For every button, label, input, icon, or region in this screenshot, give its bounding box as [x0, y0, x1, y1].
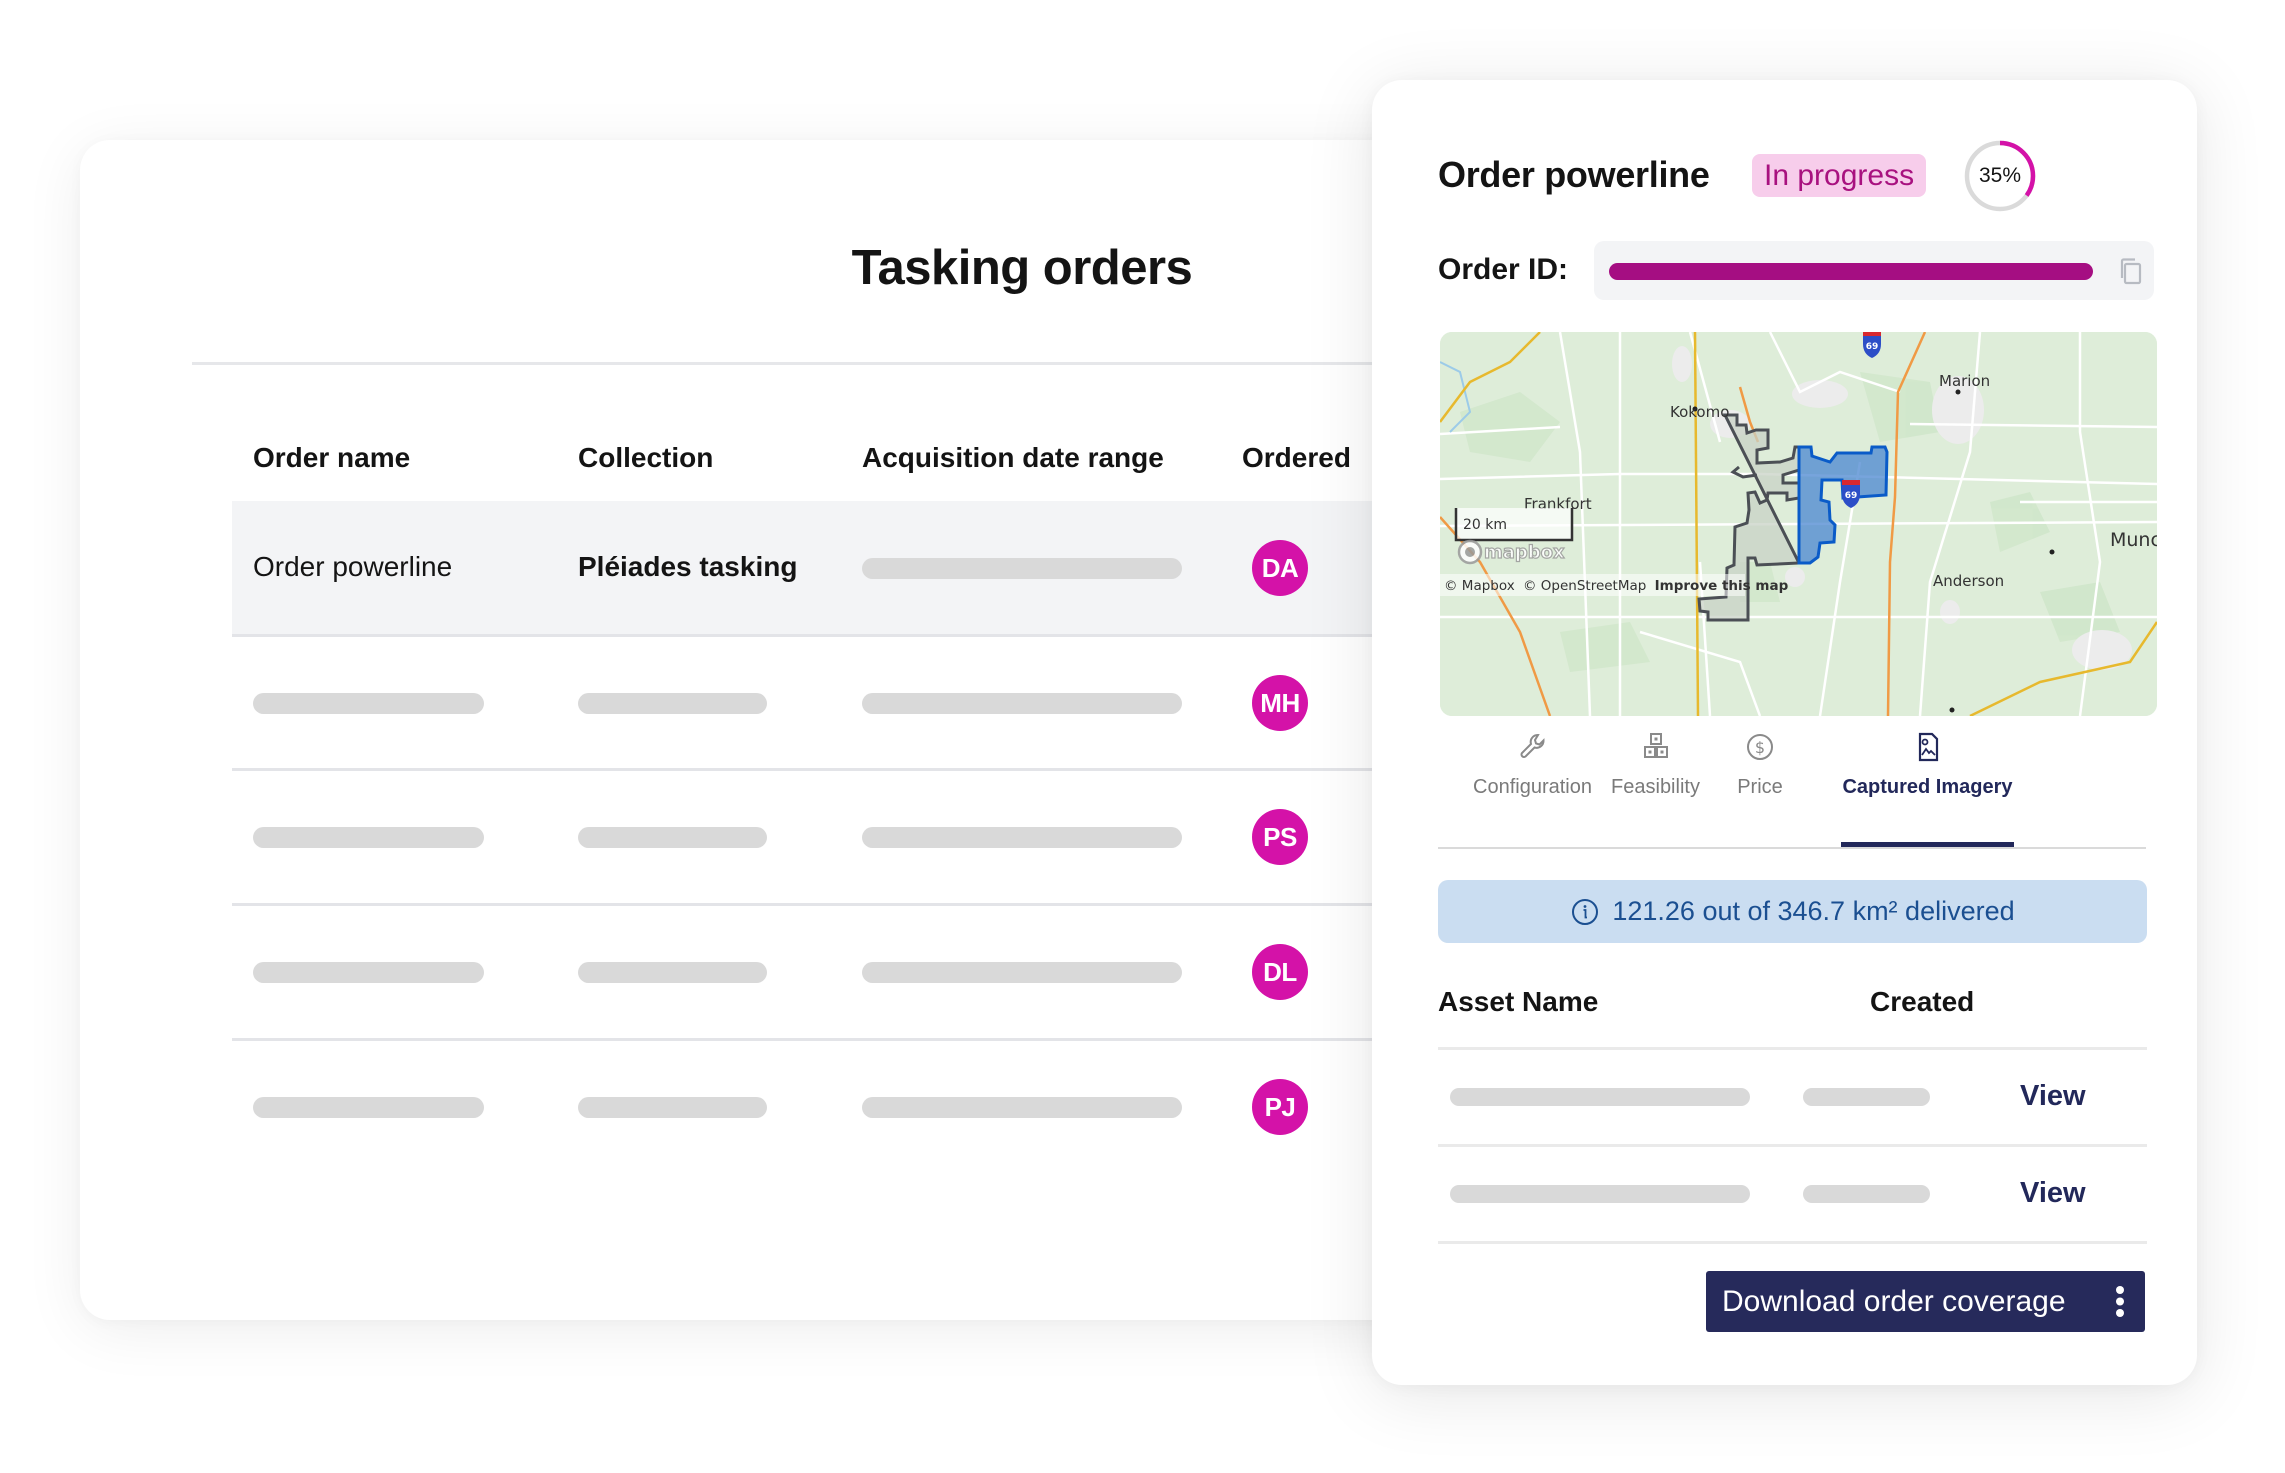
created-placeholder — [1803, 1088, 1930, 1106]
image-file-icon — [1918, 732, 1938, 762]
table-row[interactable]: DL — [232, 905, 1480, 1039]
avatar: PS — [1252, 809, 1308, 865]
order-title: Order powerline — [1438, 154, 1710, 195]
date-range-placeholder — [862, 827, 1182, 848]
dollar-circle-icon: $ — [1747, 734, 1773, 760]
svg-text:69: 69 — [1845, 491, 1858, 501]
svg-text:$: $ — [1755, 738, 1765, 757]
copy-icon[interactable] — [2118, 257, 2144, 285]
order-map[interactable]: Marion Kokomo Frankfort Muncie Anderson … — [1440, 332, 2157, 716]
map-attribution: © Mapbox © OpenStreetMap Improve this ma… — [1440, 574, 1789, 596]
delivery-info-banner: 121.26 out of 346.7 km² delivered — [1438, 880, 2147, 943]
tab-label: Price — [1737, 776, 1783, 798]
collection-placeholder — [578, 962, 767, 983]
attribution-osm-link: © OpenStreetMap — [1523, 578, 1646, 594]
avatar: DA — [1252, 540, 1308, 596]
column-header-acquisition-date-range[interactable]: Acquisition date range — [862, 440, 1164, 476]
map-label-anderson: Anderson — [1933, 572, 2004, 590]
collection-placeholder — [578, 827, 767, 848]
date-range-placeholder — [862, 558, 1182, 579]
tasking-orders-card: Tasking orders Order name Collection Acq… — [80, 140, 1480, 1320]
wrench-icon — [1520, 734, 1544, 758]
svg-text:69: 69 — [1866, 342, 1879, 352]
svg-text:mapbox: mapbox — [1484, 542, 1565, 563]
view-asset-link[interactable]: View — [2020, 1078, 2086, 1114]
collection-placeholder — [578, 693, 767, 714]
view-asset-link[interactable]: View — [2020, 1175, 2086, 1211]
attribution-mapbox-link: © Mapbox — [1444, 578, 1515, 594]
column-header-created[interactable]: Created — [1870, 984, 1974, 1020]
map-label-muncie: Muncie — [2110, 529, 2157, 551]
order-id-label: Order ID: — [1438, 253, 1569, 286]
tab-label: Captured Imagery — [1842, 776, 2013, 798]
active-tab-indicator — [1841, 842, 2014, 847]
order-detail-panel: Order powerline In progress 35% Order ID… — [1372, 80, 2197, 1385]
tabs-divider — [1438, 847, 2146, 849]
order-id-field[interactable] — [1594, 241, 2154, 300]
created-placeholder — [1803, 1185, 1930, 1203]
order-id-value-redacted — [1609, 263, 2093, 280]
column-header-asset-name[interactable]: Asset Name — [1438, 984, 1598, 1020]
order-name-placeholder — [253, 962, 484, 983]
table-row[interactable]: PJ — [232, 1040, 1480, 1174]
tab-price[interactable]: $ Price — [1685, 730, 1835, 800]
avatar: PJ — [1252, 1079, 1308, 1135]
date-range-placeholder — [862, 1097, 1182, 1118]
order-name-placeholder — [253, 693, 484, 714]
asset-name-placeholder — [1450, 1185, 1750, 1203]
table-row[interactable]: MH — [232, 636, 1480, 770]
column-header-collection[interactable]: Collection — [578, 440, 713, 476]
improve-map-link: Improve this map — [1655, 578, 1789, 594]
order-name-placeholder — [253, 1097, 484, 1118]
row-divider — [1438, 1241, 2147, 1244]
map-label-kokomo: Kokomo — [1670, 403, 1729, 421]
progress-label: 35% — [1978, 164, 2022, 187]
more-options-icon[interactable] — [2115, 1285, 2125, 1318]
collection-cell: Pléiades tasking — [578, 551, 798, 582]
column-header-order-name[interactable]: Order name — [253, 440, 410, 476]
svg-text:© Mapbox © OpenStree: © Mapbox © OpenStreetMap Improve this ma… — [1444, 578, 1789, 594]
avatar: MH — [1252, 675, 1308, 731]
map-label-marion: Marion — [1939, 372, 1990, 390]
svg-text:20 km: 20 km — [1463, 517, 1507, 533]
delivery-info-text: 121.26 out of 346.7 km² delivered — [1612, 896, 2015, 926]
asset-row: View — [1438, 1049, 2147, 1144]
order-name-placeholder — [253, 827, 484, 848]
asset-row: View — [1438, 1146, 2147, 1241]
mapbox-logo: mapbox — [1457, 539, 1566, 565]
date-range-placeholder — [862, 962, 1182, 983]
map-scale-bar: 20 km — [1454, 508, 1574, 542]
date-range-placeholder — [862, 693, 1182, 714]
download-button-label: Download order coverage — [1722, 1284, 2066, 1318]
tab-captured-imagery[interactable]: Captured Imagery — [1840, 730, 2015, 800]
table-row[interactable]: Order powerline Pléiades tasking DA — [232, 501, 1480, 635]
map-canvas[interactable]: Marion Kokomo Frankfort Muncie Anderson … — [1440, 332, 2157, 716]
avatar: DL — [1252, 944, 1308, 1000]
column-header-ordered[interactable]: Ordered — [1242, 440, 1351, 476]
boxes-icon — [1643, 733, 1668, 758]
download-order-coverage-button[interactable]: Download order coverage — [1706, 1271, 2145, 1332]
info-icon — [1572, 898, 1599, 925]
order-name-cell: Order powerline — [253, 551, 453, 582]
page-title: Tasking orders — [851, 241, 1193, 295]
asset-name-placeholder — [1450, 1088, 1750, 1106]
collection-placeholder — [578, 1097, 767, 1118]
table-row[interactable]: PS — [232, 770, 1480, 904]
title-divider — [192, 362, 1480, 365]
status-badge: In progress — [1752, 154, 1927, 197]
